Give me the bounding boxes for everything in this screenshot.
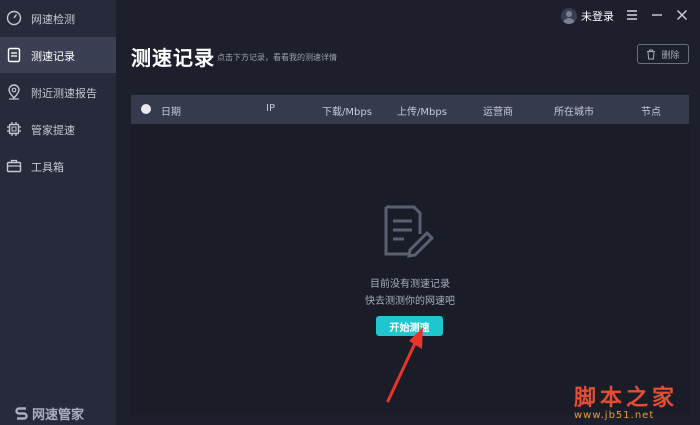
page-title: 测速记录 [131,46,215,70]
annotation-arrow-icon [386,327,423,403]
empty-records-icon [384,205,435,258]
sidebar-item-speed-boost[interactable]: 管家提速 [0,111,116,147]
column-header-download[interactable]: 下载/Mbps [322,103,372,118]
chip-icon [7,122,21,136]
column-header-date[interactable]: 日期 [161,103,181,118]
sidebar-item-label: 管家提速 [31,124,75,137]
location-pin-icon [8,84,20,100]
select-all-radio[interactable] [141,104,151,114]
page-subtitle: 点击下方记录，看看我的测速详情 [217,53,337,62]
login-button[interactable]: 未登录 [561,8,614,24]
brand-logo: 网速管家 [14,404,84,423]
empty-hint: 快去测测你的网速吧 [365,296,455,307]
column-header-isp[interactable]: 运营商 [483,103,513,118]
avatar [561,8,577,24]
login-status-label: 未登录 [581,10,614,23]
minimize-icon[interactable] [650,8,664,22]
sidebar-item-speed-records[interactable]: 测速记录 [0,37,116,73]
column-header-node[interactable]: 节点 [641,103,661,118]
brand-name: 网速管家 [32,408,85,423]
menu-icon[interactable] [625,8,639,22]
watermark: 脚本之家 www.jb51.net [574,380,678,421]
watermark-title: 脚本之家 [574,385,679,411]
sidebar-item-nearby-report[interactable]: 附近测速报告 [0,74,116,110]
sidebar-item-label: 附近测速报告 [31,87,97,100]
sidebar: 网速检测 测速记录 附近测速报告 管家提速 工具箱 网速管家 [0,0,116,425]
sidebar-item-label: 工具箱 [31,161,64,174]
empty-message: 目前没有测速记录 [370,279,450,290]
brand-s-icon [15,407,28,420]
close-icon[interactable] [675,8,689,22]
trash-icon [647,49,656,59]
sidebar-item-speed-test[interactable]: 网速检测 [0,0,116,36]
table-header: 日期 IP 下载/Mbps 上传/Mbps 运营商 所在城市 节点 [131,95,689,124]
toolbox-icon [6,159,22,173]
column-header-upload[interactable]: 上传/Mbps [397,103,447,118]
column-header-city[interactable]: 所在城市 [554,103,594,118]
delete-label: 删除 [661,50,680,61]
speedometer-icon [6,10,22,26]
sidebar-item-label: 网速检测 [31,13,75,26]
sidebar-item-toolbox[interactable]: 工具箱 [0,148,116,184]
sidebar-item-label: 测速记录 [31,50,75,63]
user-icon [563,11,575,24]
document-icon [7,47,21,63]
column-header-ip[interactable]: IP [266,103,275,114]
delete-button[interactable]: 删除 [637,44,689,64]
